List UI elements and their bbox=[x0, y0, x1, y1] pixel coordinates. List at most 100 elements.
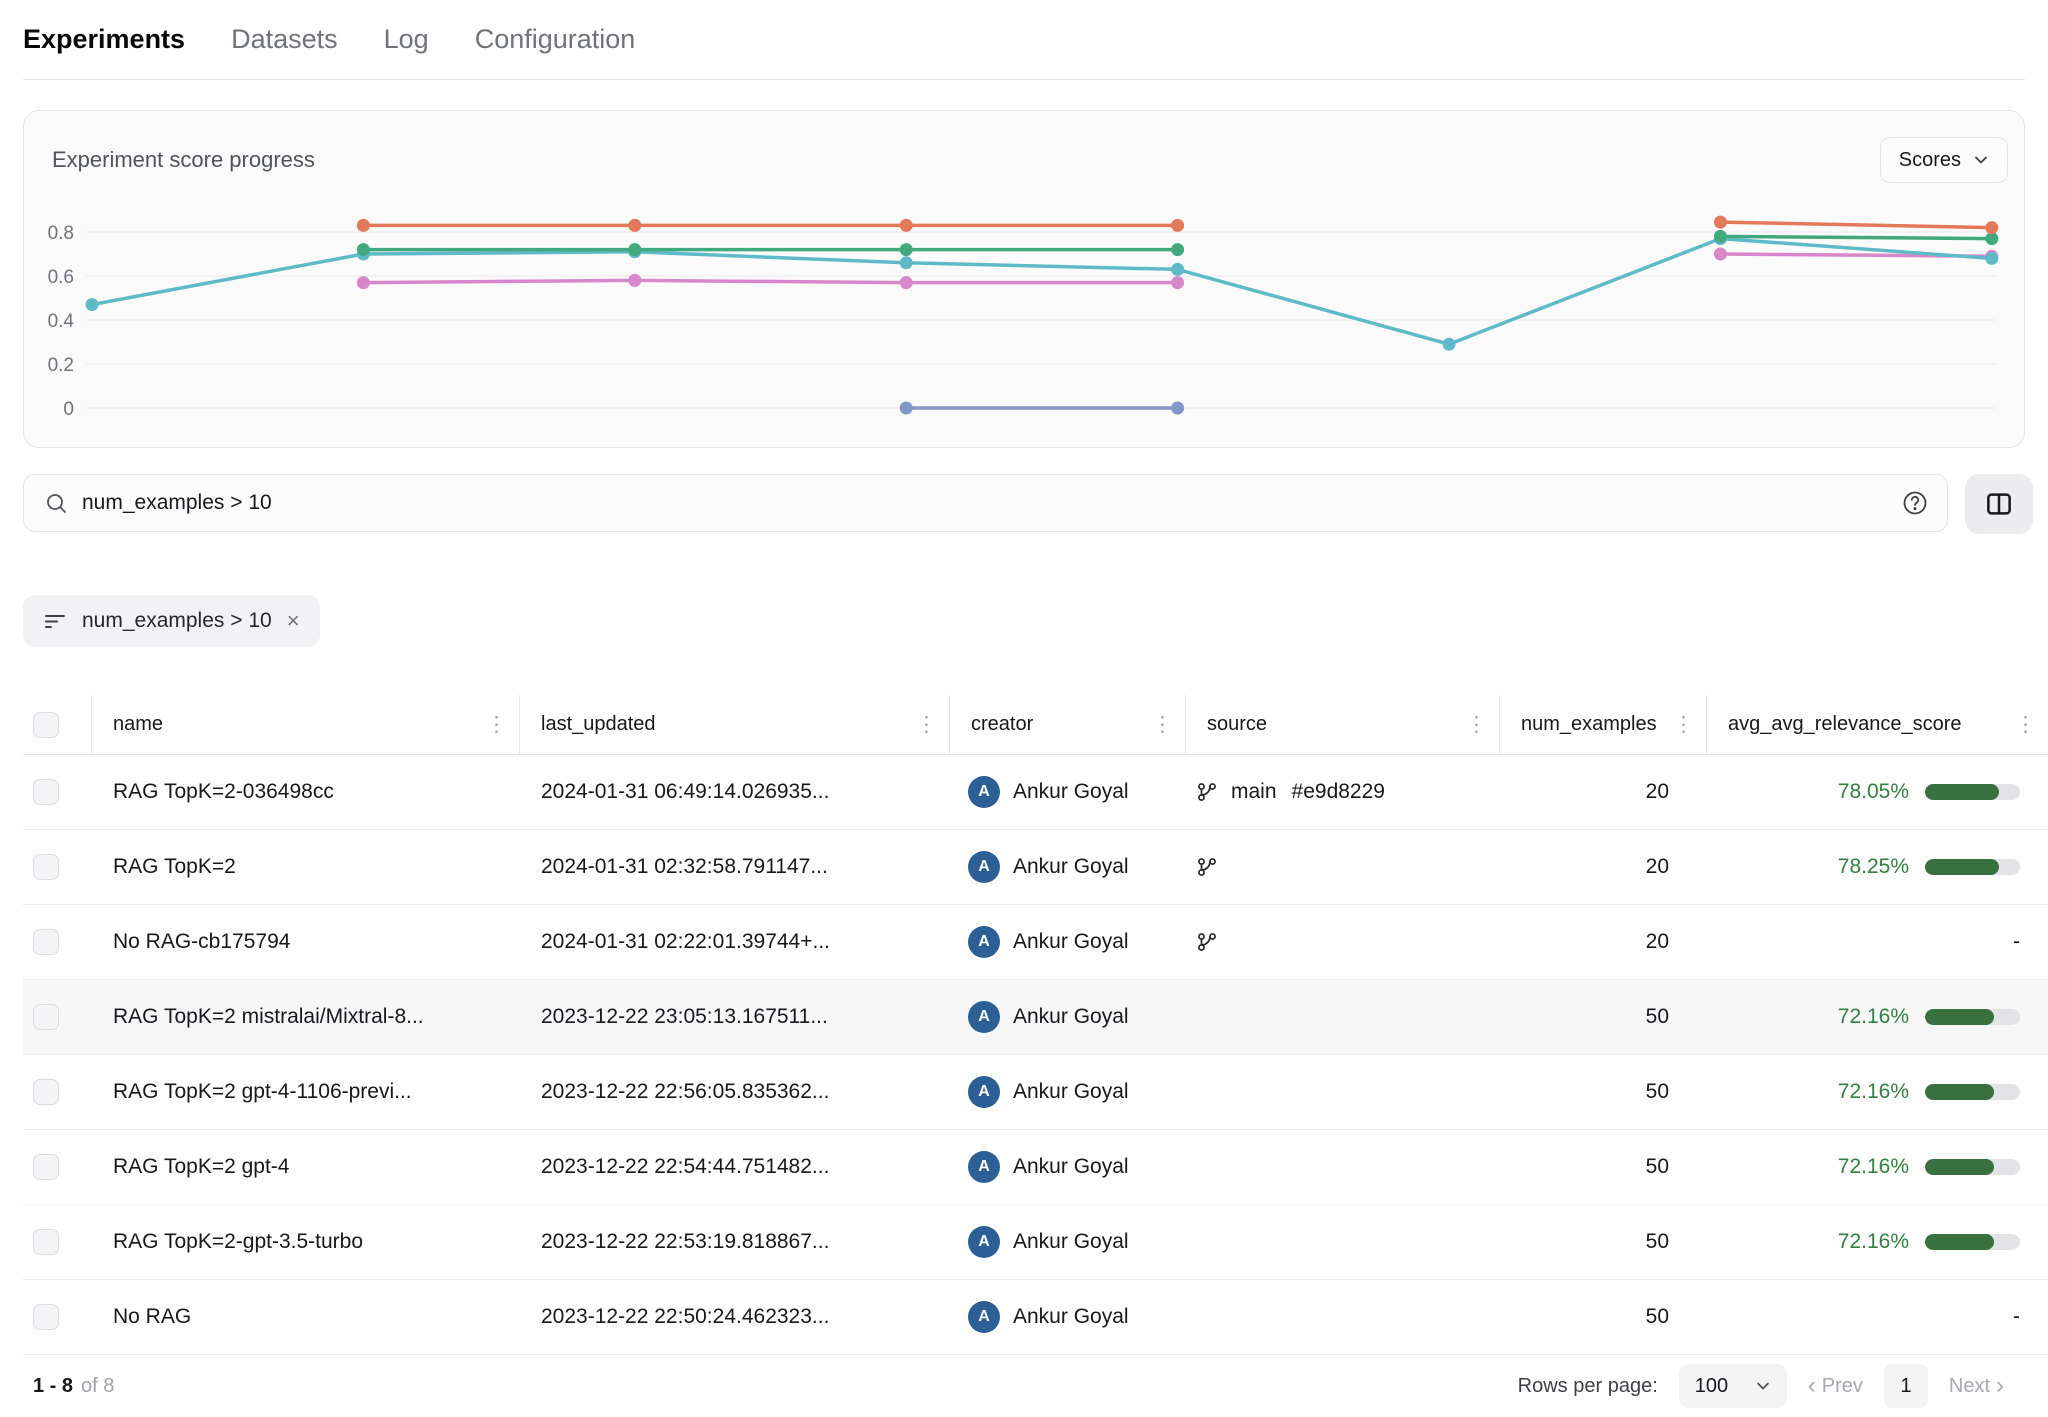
column-menu-icon[interactable]: ⋮ bbox=[1458, 712, 1487, 737]
table-row[interactable]: No RAG 2023-12-22 22:50:24.462323... A A… bbox=[23, 1280, 2048, 1355]
svg-text:0.4: 0.4 bbox=[48, 311, 75, 332]
svg-text:0: 0 bbox=[63, 399, 74, 420]
creator-name: Ankur Goyal bbox=[1013, 780, 1129, 804]
creator-name: Ankur Goyal bbox=[1013, 1230, 1129, 1254]
score-bar bbox=[1925, 784, 2020, 800]
num-examples-value: 50 bbox=[1646, 1155, 1669, 1179]
creator-name: Ankur Goyal bbox=[1013, 1305, 1129, 1329]
score-value: 78.25% bbox=[1838, 855, 1909, 879]
table-row[interactable]: RAG TopK=2 2024-01-31 02:32:58.791147...… bbox=[23, 830, 2048, 905]
creator-name: Ankur Goyal bbox=[1013, 1155, 1129, 1179]
avatar: A bbox=[968, 776, 1000, 808]
experiment-name[interactable]: No RAG-cb175794 bbox=[113, 930, 290, 954]
search-icon bbox=[44, 491, 68, 515]
score-bar-fill bbox=[1925, 1084, 1994, 1100]
experiment-name[interactable]: RAG TopK=2 mistralai/Mixtral-8... bbox=[113, 1005, 424, 1029]
columns-layout-icon bbox=[1984, 489, 2014, 519]
avatar: A bbox=[968, 1001, 1000, 1033]
avatar: A bbox=[968, 1076, 1000, 1108]
table-header: name⋮ last_updated⋮ creator⋮ source⋮ num… bbox=[23, 695, 2048, 755]
experiment-name[interactable]: RAG TopK=2 gpt-4-1106-previ... bbox=[113, 1080, 412, 1104]
scores-dropdown-button[interactable]: Scores bbox=[1880, 137, 2008, 183]
score-bar-fill bbox=[1925, 1009, 1994, 1025]
row-checkbox[interactable] bbox=[33, 1229, 59, 1255]
tab-configuration[interactable]: Configuration bbox=[475, 24, 636, 55]
column-menu-icon[interactable]: ⋮ bbox=[2007, 712, 2036, 737]
num-examples-value: 20 bbox=[1646, 780, 1669, 804]
current-page-button[interactable]: 1 bbox=[1884, 1364, 1928, 1408]
last-updated-value: 2023-12-22 22:54:44.751482... bbox=[541, 1155, 829, 1179]
score-bar-fill bbox=[1925, 1234, 1994, 1250]
prev-page-button[interactable]: ‹Prev bbox=[1808, 1374, 1863, 1398]
chevron-down-icon bbox=[1973, 152, 1989, 168]
row-range-label: 1 - 8 bbox=[23, 1375, 73, 1398]
experiments-table: name⋮ last_updated⋮ creator⋮ source⋮ num… bbox=[23, 695, 2048, 1355]
tab-experiments[interactable]: Experiments bbox=[23, 24, 185, 55]
tab-datasets[interactable]: Datasets bbox=[231, 24, 338, 55]
git-branch-icon bbox=[1196, 856, 1218, 878]
score-value: 78.05% bbox=[1838, 780, 1909, 804]
row-checkbox[interactable] bbox=[33, 854, 59, 880]
chevron-right-icon: › bbox=[1996, 1374, 2004, 1398]
column-menu-icon[interactable]: ⋮ bbox=[478, 712, 507, 737]
chevron-down-icon bbox=[1755, 1378, 1771, 1394]
filter-chip[interactable]: num_examples > 10 × bbox=[23, 595, 320, 647]
score-bar bbox=[1925, 1084, 2020, 1100]
svg-text:0.6: 0.6 bbox=[48, 267, 74, 288]
num-examples-value: 50 bbox=[1646, 1080, 1669, 1104]
column-header-num-examples[interactable]: num_examples⋮ bbox=[1500, 695, 1707, 754]
row-total-label: of 8 bbox=[81, 1375, 114, 1398]
avatar: A bbox=[968, 1151, 1000, 1183]
column-header-avg-relevance[interactable]: avg_avg_relevance_score⋮ bbox=[1707, 695, 2048, 754]
table-row[interactable]: RAG TopK=2 mistralai/Mixtral-8... 2023-1… bbox=[23, 980, 2048, 1055]
table-row[interactable]: RAG TopK=2 gpt-4 2023-12-22 22:54:44.751… bbox=[23, 1130, 2048, 1205]
avatar: A bbox=[968, 1301, 1000, 1333]
column-menu-icon[interactable]: ⋮ bbox=[1144, 712, 1173, 737]
row-checkbox[interactable] bbox=[33, 1079, 59, 1105]
column-header-last-updated[interactable]: last_updated⋮ bbox=[520, 695, 950, 754]
filter-chip-label: num_examples > 10 bbox=[82, 609, 272, 633]
score-progress-chart: 00.20.40.60.8 bbox=[24, 183, 2024, 445]
filter-remove-icon[interactable]: × bbox=[287, 610, 300, 632]
rows-per-page-select[interactable]: 100 bbox=[1679, 1364, 1787, 1408]
experiment-name[interactable]: RAG TopK=2 bbox=[113, 855, 236, 879]
next-page-button[interactable]: Next› bbox=[1949, 1374, 2004, 1398]
row-checkbox[interactable] bbox=[33, 779, 59, 805]
select-all-checkbox[interactable] bbox=[33, 712, 59, 738]
column-menu-icon[interactable]: ⋮ bbox=[908, 712, 937, 737]
row-checkbox[interactable] bbox=[33, 929, 59, 955]
column-header-name[interactable]: name⋮ bbox=[92, 695, 520, 754]
tab-log[interactable]: Log bbox=[384, 24, 429, 55]
git-branch-icon bbox=[1196, 781, 1218, 803]
row-checkbox[interactable] bbox=[33, 1154, 59, 1180]
creator-name: Ankur Goyal bbox=[1013, 1005, 1129, 1029]
row-checkbox[interactable] bbox=[33, 1304, 59, 1330]
avatar: A bbox=[968, 851, 1000, 883]
column-menu-icon[interactable]: ⋮ bbox=[1665, 712, 1694, 737]
creator-name: Ankur Goyal bbox=[1013, 1080, 1129, 1104]
score-bar-fill bbox=[1925, 859, 1999, 875]
table-row[interactable]: RAG TopK=2-036498cc 2024-01-31 06:49:14.… bbox=[23, 755, 2048, 830]
row-checkbox[interactable] bbox=[33, 1004, 59, 1030]
score-value: 72.16% bbox=[1838, 1155, 1909, 1179]
score-progress-card: Experiment score progress Scores 00.20.4… bbox=[23, 110, 2025, 448]
toggle-side-panel-button[interactable] bbox=[1965, 474, 2033, 534]
experiment-name[interactable]: RAG TopK=2 gpt-4 bbox=[113, 1155, 289, 1179]
score-value: - bbox=[2013, 1305, 2020, 1329]
column-header-source[interactable]: source⋮ bbox=[1186, 695, 1500, 754]
table-row[interactable]: RAG TopK=2-gpt-3.5-turbo 2023-12-22 22:5… bbox=[23, 1205, 2048, 1280]
score-bar bbox=[1925, 859, 2020, 875]
avatar: A bbox=[968, 926, 1000, 958]
rows-per-page-value: 100 bbox=[1695, 1375, 1728, 1398]
creator-name: Ankur Goyal bbox=[1013, 930, 1129, 954]
table-row[interactable]: No RAG-cb175794 2024-01-31 02:22:01.3974… bbox=[23, 905, 2048, 980]
last-updated-value: 2023-12-22 22:50:24.462323... bbox=[541, 1305, 829, 1329]
experiment-name[interactable]: RAG TopK=2-036498cc bbox=[113, 780, 334, 804]
experiment-name[interactable]: RAG TopK=2-gpt-3.5-turbo bbox=[113, 1230, 363, 1254]
search-input[interactable]: num_examples > 10 bbox=[23, 474, 1948, 532]
table-row[interactable]: RAG TopK=2 gpt-4-1106-previ... 2023-12-2… bbox=[23, 1055, 2048, 1130]
experiment-name[interactable]: No RAG bbox=[113, 1305, 191, 1329]
help-icon[interactable] bbox=[1901, 489, 1929, 517]
column-header-creator[interactable]: creator⋮ bbox=[950, 695, 1186, 754]
chart-title: Experiment score progress bbox=[52, 147, 315, 173]
